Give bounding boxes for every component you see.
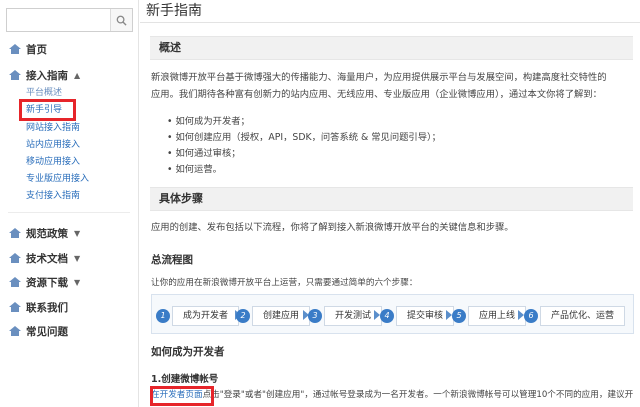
sidebar-item-access-guide[interactable]: 接入指南 ▲	[8, 66, 80, 84]
create-account-heading: 1.创建微博帐号	[151, 374, 219, 385]
sidebar-item-label: 联系我们	[26, 301, 68, 314]
home-icon	[9, 44, 21, 54]
sidebar-subitem-web-guide[interactable]: 网站接入指南	[26, 121, 80, 135]
list-item: • 如何运营。	[167, 164, 222, 175]
home-icon	[9, 228, 21, 238]
home-icon	[9, 253, 21, 263]
home-icon	[9, 277, 21, 287]
list-item-text: 如何通过审核；	[175, 148, 241, 159]
sidebar-item-downloads[interactable]: 资源下载 ▼	[8, 273, 80, 291]
developer-paragraph: 在开发者页面点击"登录"或者"创建应用"，通过帐号登录成为一名开发者。一个新浪微…	[151, 387, 636, 403]
flow-step-4: 4 提交审核	[380, 305, 455, 327]
search-box	[6, 8, 133, 32]
home-icon	[9, 326, 21, 336]
chevron-up-icon: ▲	[74, 70, 81, 80]
search-icon	[116, 15, 127, 26]
sidebar-subitem-mobile-app[interactable]: 移动应用接入	[26, 155, 80, 169]
search-input[interactable]	[7, 9, 111, 31]
sidebar-item-label: 首页	[26, 43, 47, 56]
sidebar-item-label: 规范政策	[26, 227, 68, 240]
divider	[140, 22, 640, 23]
developer-heading: 如何成为开发者	[151, 346, 225, 358]
sidebar-item-label: 资源下载	[26, 276, 68, 289]
list-item: • 如何成为开发者；	[167, 116, 250, 127]
chevron-down-icon: ▼	[74, 253, 81, 263]
flow-step-1: 1 成为开发者	[156, 305, 240, 327]
divider	[8, 212, 130, 213]
sidebar: 首页 接入指南 ▲ 平台概述 新手引导 网站接入指南 站内应用接入 移动应用接入…	[0, 0, 139, 407]
flow-step-2: 2 创建应用	[236, 305, 311, 327]
steps-intro: 应用的创建、发布包括以下流程，你将了解到接入新浪微博开放平台的关键信息和步骤。	[151, 222, 514, 233]
page-title: 新手指南	[146, 3, 202, 19]
list-item-text: 如何成为开发者；	[175, 116, 250, 127]
sidebar-subitem-payment[interactable]: 支付接入指南	[26, 189, 80, 203]
main-content: 新手指南 概述 新浪微博开放平台基于微博强大的传播能力、海量用户，为应用提供展示…	[140, 0, 640, 407]
developer-paragraph-text: 点击"登录"或者"创建应用"，通过帐号登录成为一名开发者。一个新浪微博帐号可以管…	[202, 390, 634, 400]
sidebar-item-label: 技术文档	[26, 252, 68, 265]
flow-title: 总流程图	[151, 254, 193, 266]
flow-step-6: 6 产品优化、运营	[524, 305, 626, 327]
section-heading-overview: 概述	[150, 36, 633, 60]
list-item-text: 如何运营。	[175, 164, 222, 175]
flow-step-5: 5 应用上线	[452, 305, 527, 327]
home-icon	[9, 302, 21, 312]
highlight-box	[150, 386, 214, 406]
list-item: • 如何创建应用（授权，API，SDK，问答系统 & 常见问题引导）；	[167, 132, 441, 143]
flow-step-3: 3 开发测试	[308, 305, 383, 327]
sidebar-item-label: 常见问题	[26, 325, 68, 338]
sidebar-item-tech-docs[interactable]: 技术文档 ▼	[8, 249, 80, 267]
sidebar-subitem-pro-app[interactable]: 专业版应用接入	[26, 172, 89, 186]
sidebar-item-home[interactable]: 首页	[8, 40, 47, 58]
sidebar-item-label: 接入指南	[26, 69, 68, 82]
sidebar-item-faq[interactable]: 常见问题	[8, 322, 68, 340]
sidebar-item-policy[interactable]: 规范政策 ▼	[8, 224, 80, 242]
sidebar-item-contact[interactable]: 联系我们	[8, 298, 68, 316]
section-heading-steps: 具体步骤	[150, 187, 633, 211]
sidebar-subitem-in-site-app[interactable]: 站内应用接入	[26, 138, 80, 152]
list-item: • 如何通过审核；	[167, 148, 241, 159]
list-item-text: 如何创建应用（授权，API，SDK，问答系统 & 常见问题引导）；	[175, 132, 441, 143]
home-icon	[9, 70, 21, 80]
overview-paragraph-line2: 应用。我们期待各种富有创新力的站内应用、无线应用、专业版应用（企业微博应用），通…	[151, 89, 602, 100]
search-button[interactable]	[110, 9, 132, 31]
chevron-down-icon: ▼	[74, 228, 81, 238]
highlight-box	[19, 99, 76, 121]
sidebar-subitem-overview[interactable]: 平台概述	[26, 86, 62, 100]
flow-intro: 让你的应用在新浪微博开放平台上运营，只需要通过简单的六个步骤：	[151, 278, 418, 288]
chevron-down-icon: ▼	[74, 277, 81, 287]
overview-paragraph-line1: 新浪微博开放平台基于微博强大的传播能力、海量用户，为应用提供展示平台与发展空间，…	[151, 72, 607, 83]
